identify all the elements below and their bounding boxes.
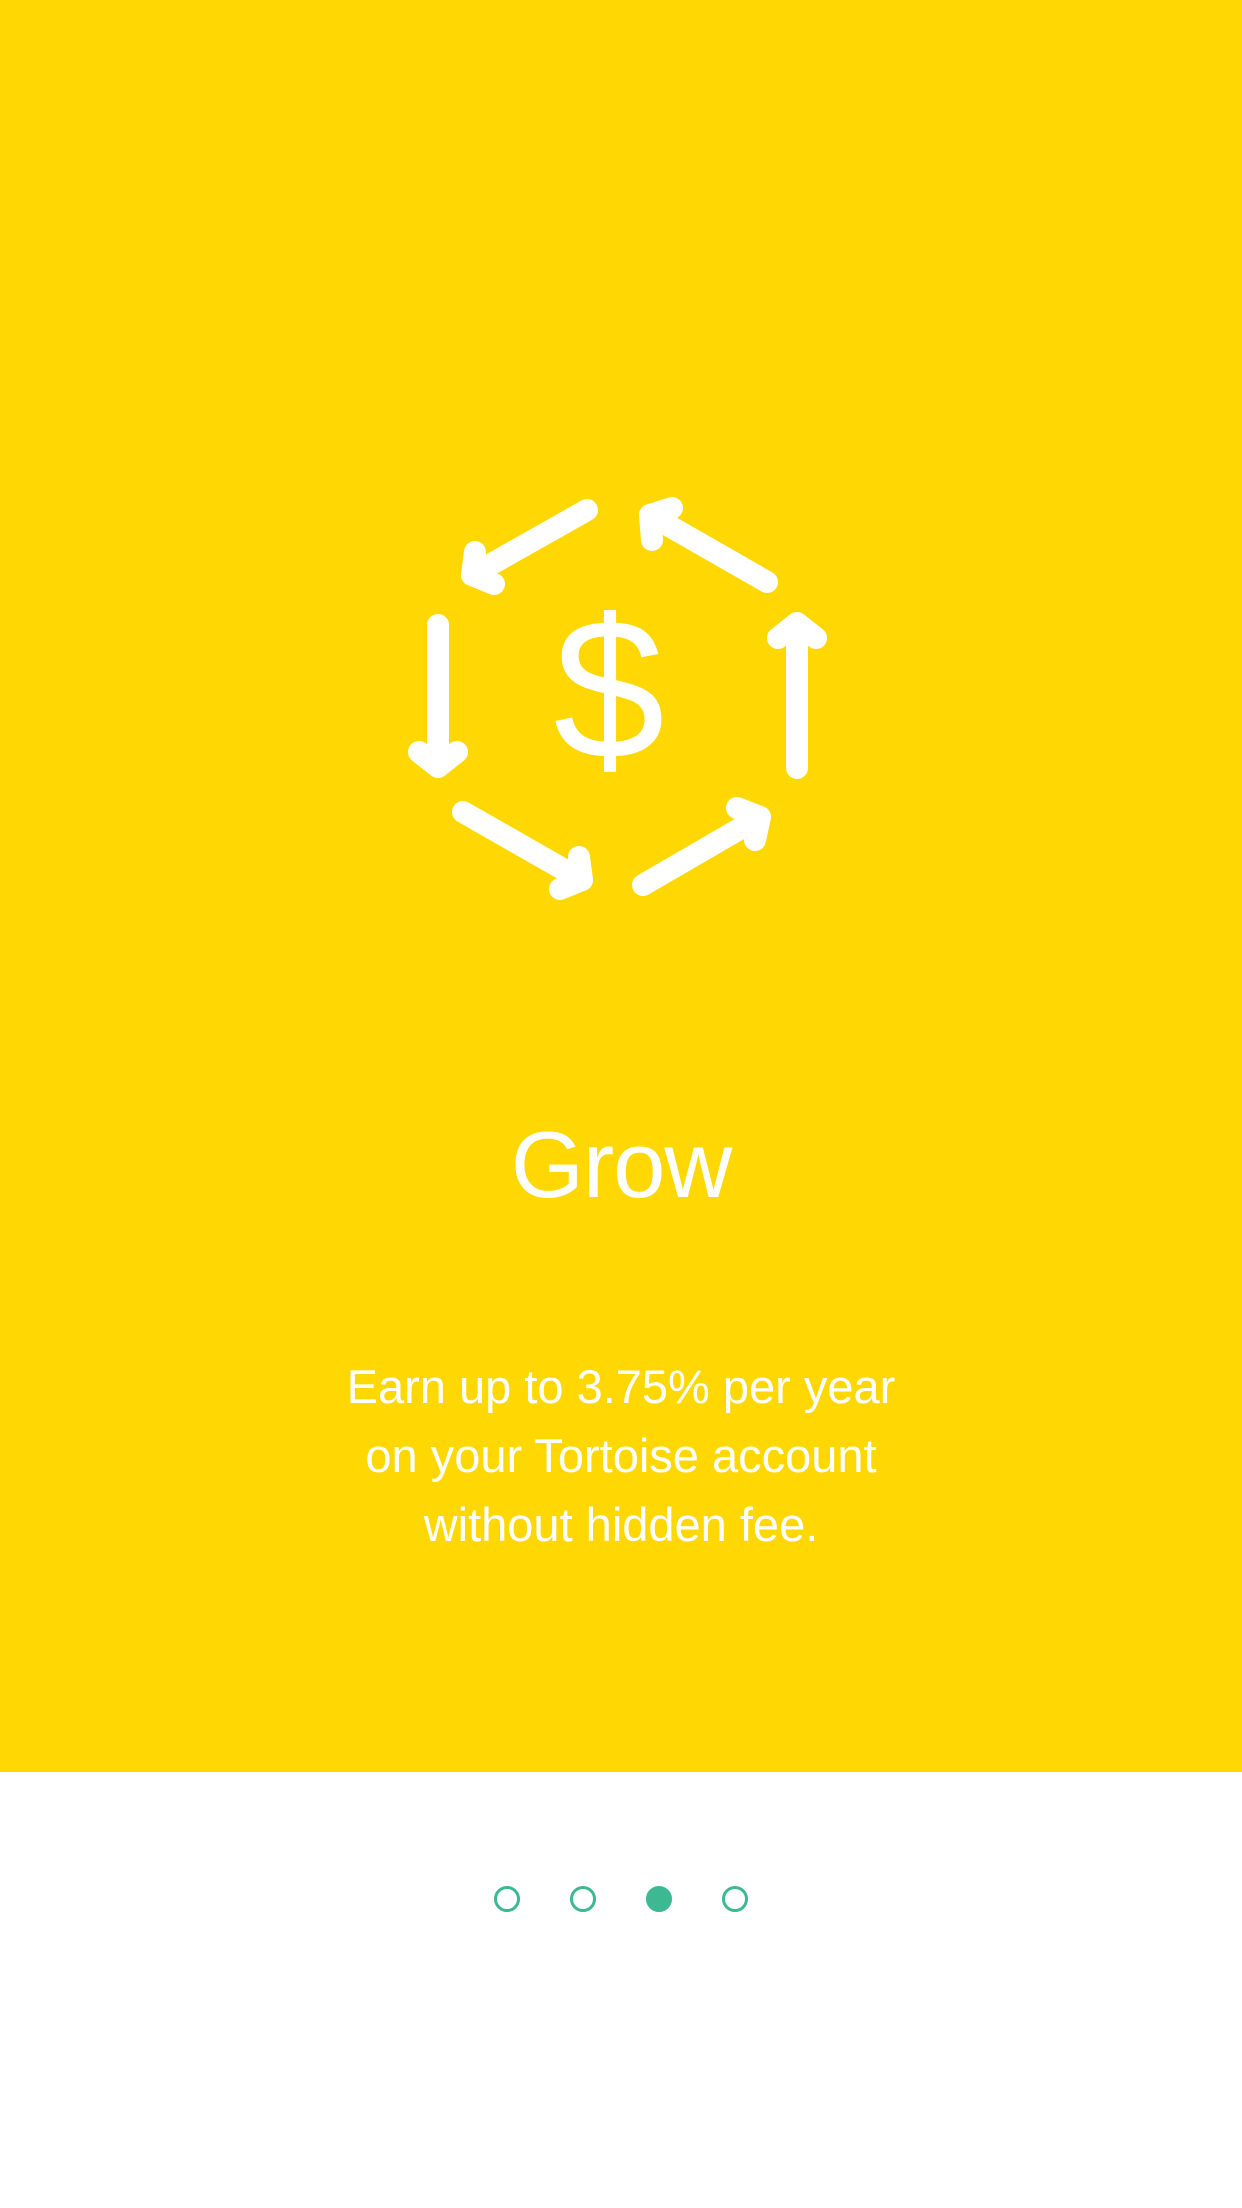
dollar-sign: $ [553, 578, 664, 801]
arrow-bottom-left-icon [452, 801, 593, 900]
dollar-cycle-arrows-icon: $ [408, 497, 827, 900]
page-title: Grow [510, 1112, 733, 1217]
arrow-bottom-right-icon [632, 797, 771, 896]
page-dot-4[interactable] [722, 1886, 748, 1912]
hero-panel: $ Grow Earn up to 3.75% per year on your… [0, 0, 1242, 1772]
page-dot-1[interactable] [494, 1886, 520, 1912]
page-dot-3[interactable] [646, 1886, 672, 1912]
arrow-right-up-icon [767, 612, 827, 779]
onboarding-screen: $ Grow Earn up to 3.75% per year on your… [0, 0, 1242, 2208]
page-dot-2[interactable] [570, 1886, 596, 1912]
arrow-left-down-icon [408, 614, 468, 778]
page-indicator [0, 1886, 1242, 1916]
arrow-top-right-icon [639, 497, 778, 593]
arrow-top-left-icon [461, 499, 598, 595]
page-description: Earn up to 3.75% per year on your Tortoi… [346, 1360, 896, 1551]
